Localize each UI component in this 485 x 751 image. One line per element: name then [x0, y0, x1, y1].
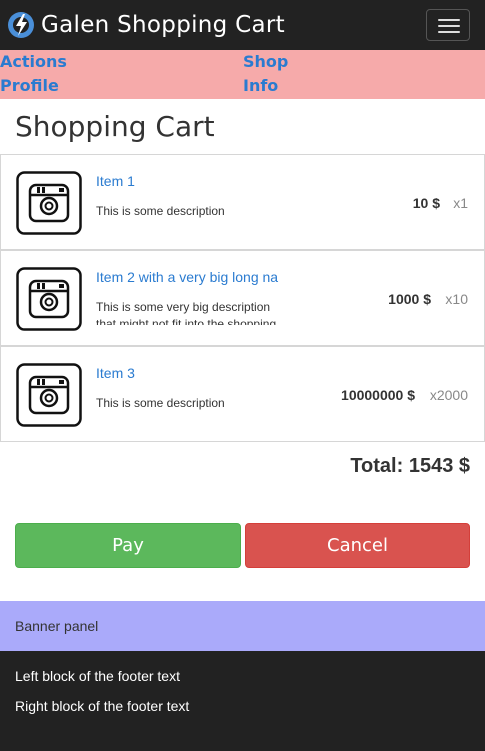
top-navbar: Galen Shopping Cart	[0, 0, 485, 50]
pay-button[interactable]: Pay	[15, 523, 241, 568]
menu-item-profile[interactable]: Profile	[0, 74, 59, 98]
item-price: 10000000 $	[341, 387, 415, 403]
camera-icon	[16, 171, 82, 235]
cart-item-row: Item 2 with a very big long na This is s…	[0, 250, 485, 346]
menu-item-actions[interactable]: Actions	[0, 50, 67, 74]
banner-panel: Banner panel	[0, 601, 485, 651]
menu-item-shop[interactable]: Shop	[243, 50, 288, 74]
footer-right-text: Right block of the footer text	[15, 698, 190, 714]
item-description: This is some description	[96, 396, 225, 410]
banner-text: Banner panel	[15, 618, 99, 634]
item-description: This is some very big description that m…	[96, 300, 277, 325]
camera-icon	[16, 267, 82, 331]
item-description: This is some description	[96, 204, 225, 218]
camera-icon	[16, 363, 82, 427]
item-name-link[interactable]: Item 2 with a very big long na	[96, 269, 286, 285]
item-price: 1000 $	[388, 291, 431, 307]
cancel-button[interactable]: Cancel	[245, 523, 470, 568]
item-quantity: x1	[453, 195, 468, 211]
item-price: 10 $	[412, 195, 440, 211]
menu-item-info[interactable]: Info	[243, 74, 278, 98]
galen-logo-icon	[8, 12, 34, 38]
cart-total: Total: 1543 $	[350, 455, 470, 477]
cart-item-row: Item 3 This is some description 10000000…	[0, 346, 485, 442]
menu-toggle-button[interactable]	[426, 9, 470, 41]
footer-left-text: Left block of the footer text	[15, 668, 180, 684]
footer: Left block of the footer text Right bloc…	[0, 651, 485, 751]
item-quantity: x10	[445, 291, 468, 307]
brand[interactable]: Galen Shopping Cart	[7, 9, 285, 41]
item-name-link[interactable]: Item 3	[96, 365, 286, 381]
brand-title: Galen Shopping Cart	[41, 12, 285, 38]
page-title: Shopping Cart	[15, 110, 215, 143]
item-quantity: x2000	[429, 387, 468, 403]
cart-item-row: Item 1 This is some description 10 $ x1	[0, 154, 485, 250]
item-name-link[interactable]: Item 1	[96, 173, 286, 189]
